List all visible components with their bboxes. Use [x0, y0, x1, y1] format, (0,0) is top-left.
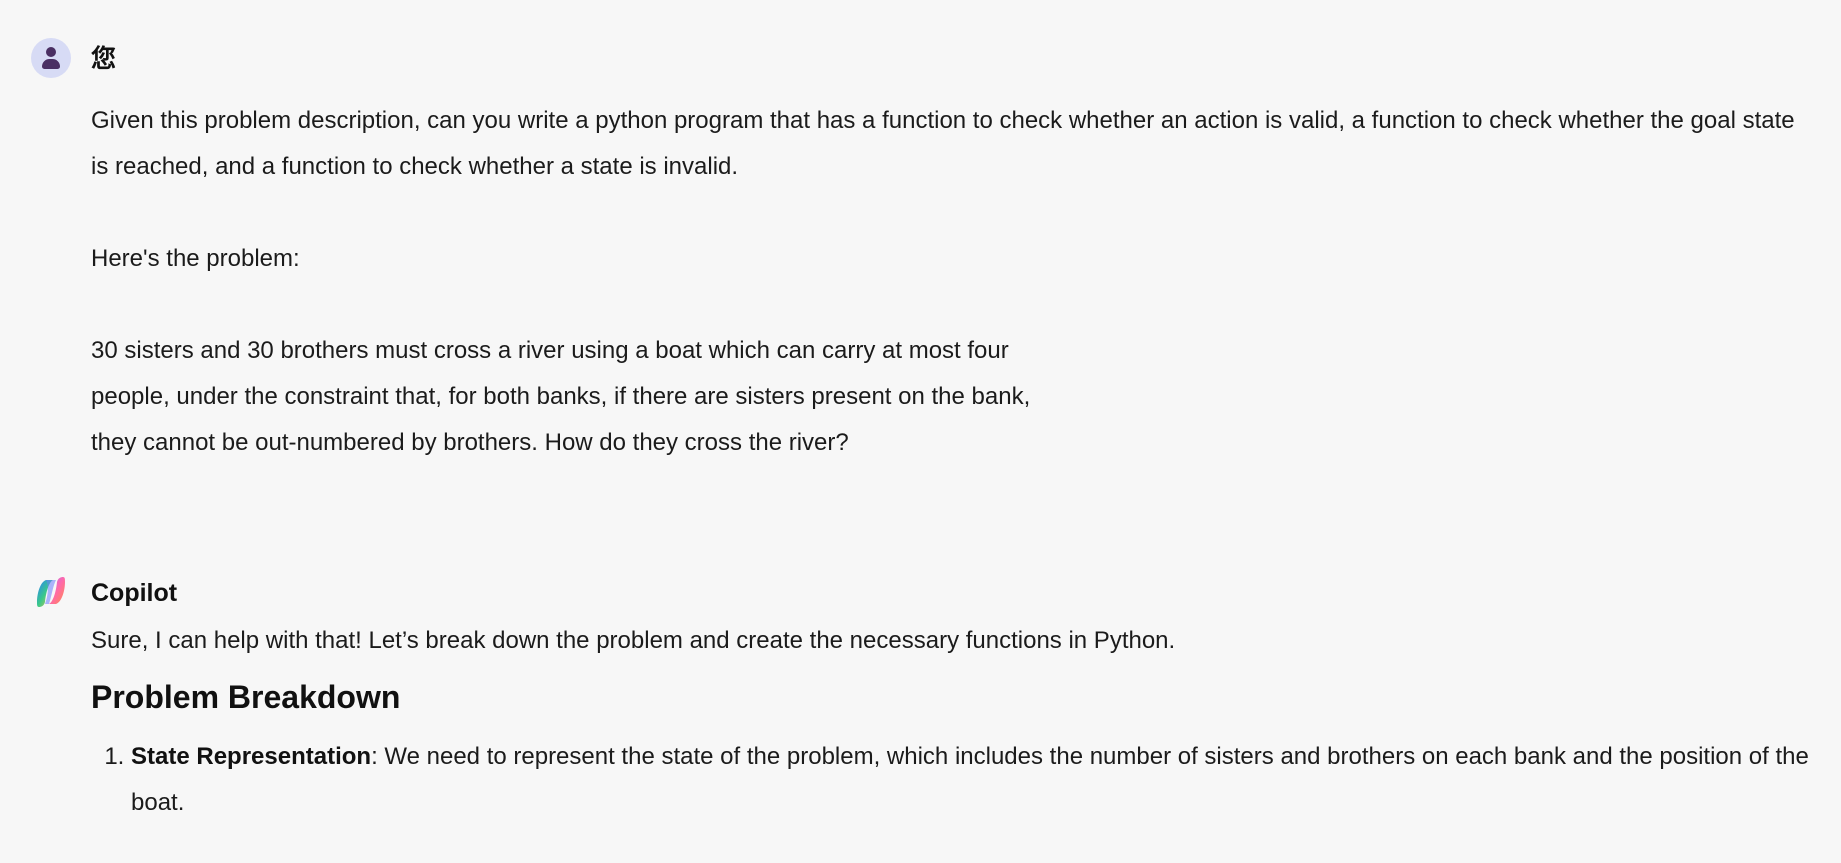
breakdown-list: State Representation: We need to represe… — [91, 734, 1811, 826]
chat-thread: 您 Given this problem description, can yo… — [0, 0, 1841, 863]
avatar-head — [46, 47, 56, 57]
user-paragraph: Given this problem description, can you … — [91, 107, 1795, 180]
user-avatar-icon — [31, 38, 71, 78]
user-sender-name: 您 — [91, 45, 117, 73]
list-item-term: State Representation — [131, 743, 372, 770]
assistant-message-body: Sure, I can help with that! Let’s break … — [91, 618, 1811, 826]
list-item-text: : We need to represent the state of the … — [131, 743, 1809, 816]
user-paragraph: 30 sisters and 30 brothers must cross a … — [91, 337, 1009, 364]
assistant-message: Copilot Sure, I can help with that! Let’… — [0, 572, 1841, 816]
user-paragraph: they cannot be out-numbered by brothers.… — [91, 429, 849, 456]
user-message: 您 Given this problem description, can yo… — [0, 38, 1841, 456]
user-paragraph: people, under the constraint that, for b… — [91, 383, 1031, 410]
list-item: State Representation: We need to represe… — [131, 734, 1811, 826]
section-heading: Problem Breakdown — [91, 679, 401, 715]
user-message-body: Given this problem description, can you … — [91, 98, 1811, 466]
assistant-sender-name: Copilot — [91, 579, 178, 607]
avatar-body — [42, 59, 60, 69]
assistant-message-header: Copilot — [0, 572, 1841, 614]
user-message-header: 您 — [0, 38, 1841, 80]
user-paragraph: Here's the problem: — [91, 245, 300, 272]
assistant-intro: Sure, I can help with that! Let’s break … — [91, 627, 1176, 654]
copilot-logo-icon — [31, 572, 71, 612]
